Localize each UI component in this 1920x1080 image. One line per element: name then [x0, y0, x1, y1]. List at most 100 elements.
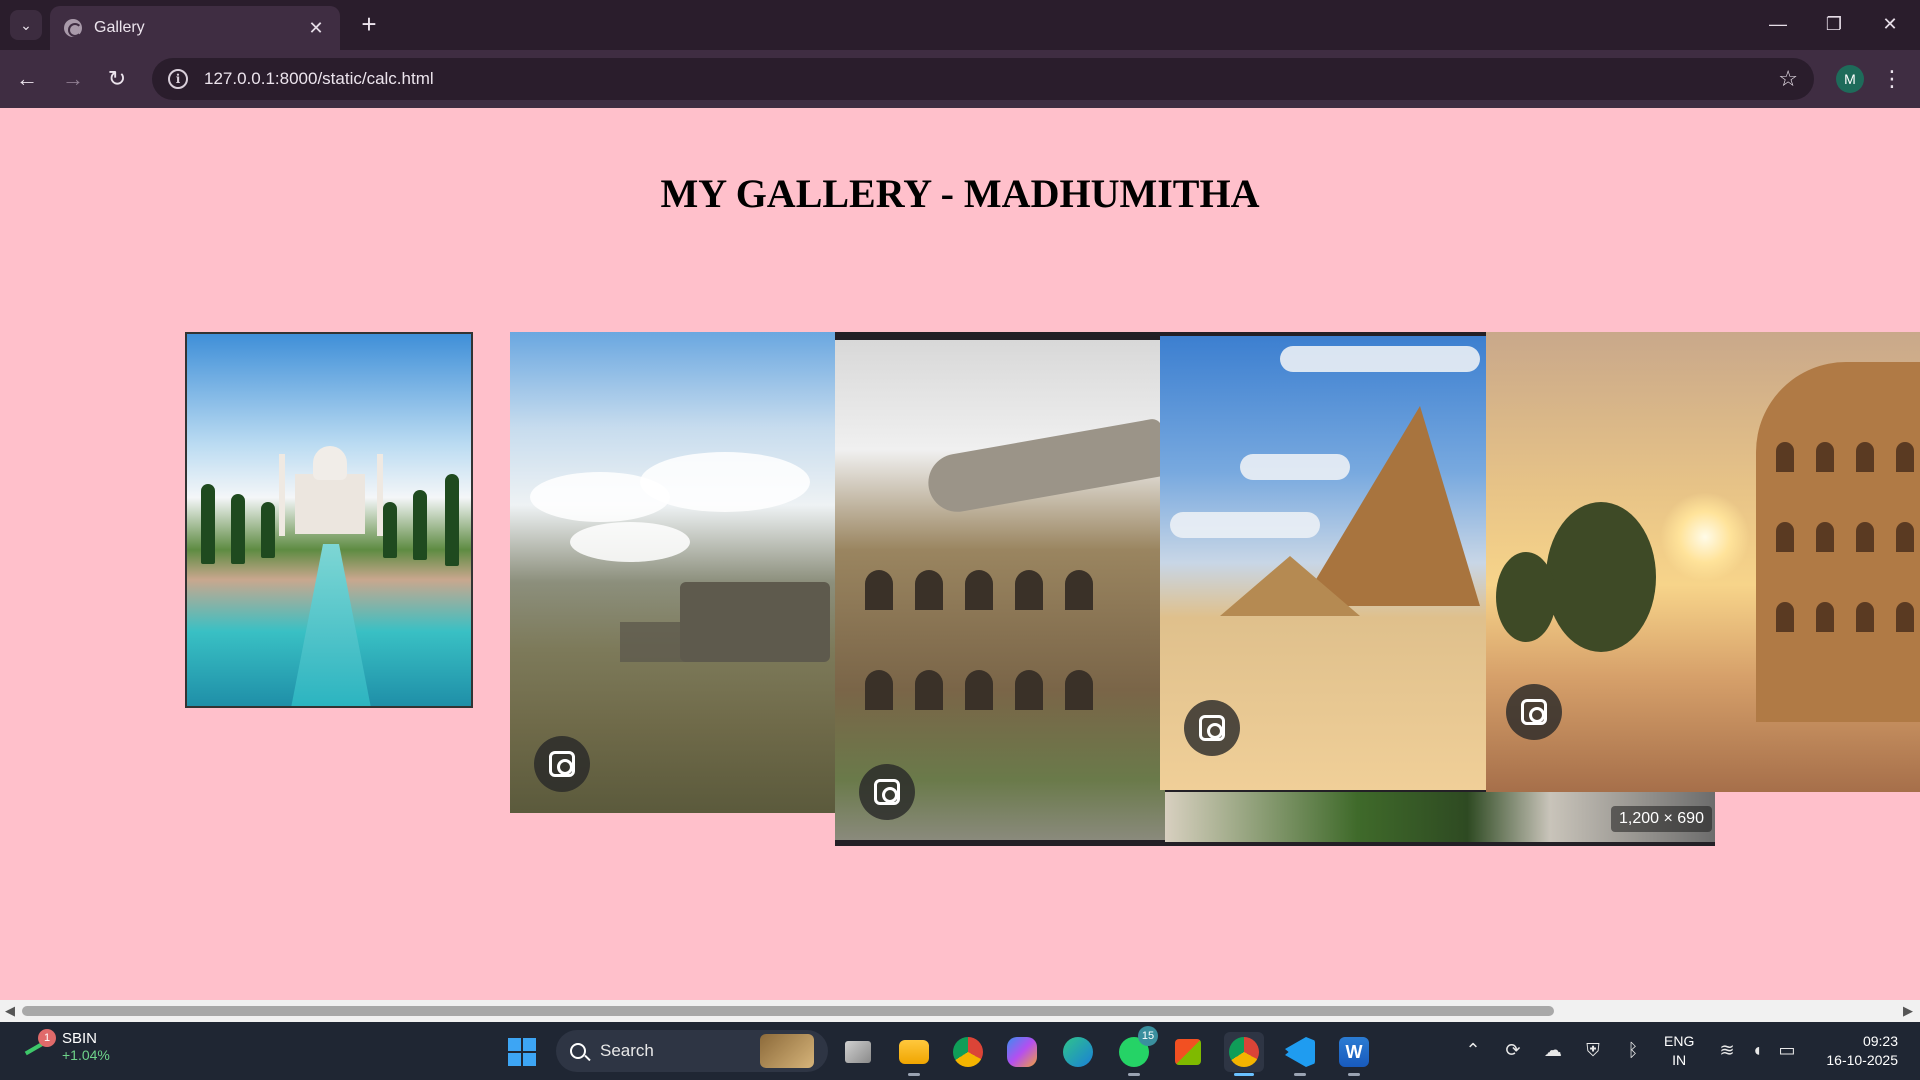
- visual-search-icon[interactable]: [534, 736, 590, 792]
- gallery-image-colosseum-sunset[interactable]: [1486, 332, 1920, 792]
- profile-avatar[interactable]: M: [1836, 65, 1864, 93]
- arch: [1856, 442, 1874, 472]
- file-explorer-icon[interactable]: [894, 1032, 934, 1076]
- bookmark-star-icon[interactable]: ☆: [1778, 66, 1798, 92]
- back-arrow-icon[interactable]: ←: [10, 62, 44, 96]
- forward-arrow-icon[interactable]: →: [56, 62, 90, 96]
- arch: [1856, 602, 1874, 632]
- stock-trend-icon: 1: [22, 1028, 56, 1059]
- tab-gallery[interactable]: Gallery ✕: [50, 6, 340, 50]
- arch: [1896, 522, 1914, 552]
- colosseum-wall: [1756, 362, 1920, 722]
- sun: [1660, 492, 1750, 582]
- tab-close-icon[interactable]: ✕: [306, 18, 326, 39]
- cloud: [640, 452, 810, 512]
- system-clock[interactable]: 09:23 16-10-2025: [1814, 1032, 1898, 1070]
- gallery-image-pyramids[interactable]: [1160, 336, 1486, 790]
- visual-search-icon[interactable]: [859, 764, 915, 820]
- edge-icon[interactable]: [1058, 1032, 1098, 1072]
- search-label: Search: [600, 1041, 654, 1060]
- bluetooth-icon[interactable]: ᛒ: [1620, 1040, 1646, 1061]
- taskbar-search[interactable]: Search: [556, 1030, 828, 1072]
- site-info-icon[interactable]: i: [168, 69, 188, 89]
- microsoft-store-icon[interactable]: [1168, 1032, 1208, 1072]
- copilot-icon[interactable]: [1002, 1032, 1042, 1072]
- chrome-icon[interactable]: [948, 1032, 988, 1072]
- sync-icon[interactable]: ⟳: [1500, 1040, 1526, 1061]
- language-indicator[interactable]: ENG IN: [1664, 1032, 1694, 1070]
- gallery-image-machu-picchu[interactable]: [510, 332, 835, 813]
- page-title: MY GALLERY - MADHUMITHA: [660, 171, 1260, 216]
- start-windows-icon[interactable]: [508, 1038, 536, 1066]
- colosseum-photo: [835, 340, 1171, 840]
- stock-change: +1.04%: [62, 1047, 110, 1063]
- visual-search-icon[interactable]: [1184, 700, 1240, 756]
- minimize-button[interactable]: —: [1750, 8, 1806, 40]
- volume-icon[interactable]: ◖: [1744, 1040, 1770, 1061]
- chrome-profile-icon[interactable]: [1224, 1032, 1264, 1076]
- browser-toolbar: ← → ↻ i 127.0.0.1:8000/static/calc.html …: [0, 50, 1920, 108]
- image-size-badge: 1,200 × 690: [1611, 806, 1712, 832]
- onedrive-icon[interactable]: ☁: [1540, 1040, 1566, 1061]
- cypress-tree: [413, 490, 427, 560]
- taj-building: [295, 474, 365, 534]
- cloud: [1170, 512, 1320, 538]
- new-tab-button[interactable]: +: [354, 10, 384, 40]
- cypress-tree: [201, 484, 215, 564]
- arch: [1776, 442, 1794, 472]
- stock-widget[interactable]: 1 SBIN +1.04%: [22, 1028, 110, 1063]
- cypress-tree: [231, 494, 245, 564]
- horizontal-scrollbar[interactable]: ◀ ▶: [0, 1000, 1920, 1022]
- arch: [1816, 522, 1834, 552]
- cypress-tree: [383, 502, 397, 558]
- task-view-icon[interactable]: [838, 1032, 878, 1072]
- chevron-up-icon[interactable]: ⌃: [1460, 1040, 1486, 1061]
- arch: [865, 570, 893, 610]
- taskbar: 1 SBIN +1.04% Search 15 W ⌃ ⟳ ☁ ⛨ ᛒ ENG …: [0, 1022, 1920, 1080]
- browser-tab-strip: ⌄ Gallery ✕ + — ❐ ✕: [0, 0, 1920, 50]
- taj-dome: [313, 446, 347, 480]
- battery-icon[interactable]: ▭: [1774, 1040, 1800, 1061]
- visual-search-icon[interactable]: [1506, 684, 1562, 740]
- arch: [915, 570, 943, 610]
- clock-time: 09:23: [1862, 1033, 1898, 1049]
- reload-icon[interactable]: ↻: [100, 62, 134, 96]
- chevron-down-icon: ⌄: [20, 16, 32, 33]
- page-content: MY GALLERY - MADHUMITHA 1,200 × 690: [0, 108, 1920, 1000]
- clock-date: 16-10-2025: [1826, 1052, 1898, 1068]
- cloud: [1280, 346, 1480, 372]
- address-bar[interactable]: i 127.0.0.1:8000/static/calc.html ☆: [152, 58, 1814, 100]
- cloud: [570, 522, 690, 562]
- notification-badge: 1: [38, 1028, 56, 1047]
- arch: [1896, 602, 1914, 632]
- arch: [1776, 522, 1794, 552]
- arch: [1065, 570, 1093, 610]
- arch: [1776, 602, 1794, 632]
- tab-title: Gallery: [94, 19, 145, 36]
- minaret: [279, 454, 285, 536]
- arch: [1856, 522, 1874, 552]
- close-window-button[interactable]: ✕: [1862, 8, 1918, 40]
- arch: [865, 670, 893, 710]
- tree: [1496, 552, 1556, 642]
- url-text[interactable]: 127.0.0.1:8000/static/calc.html: [204, 69, 1778, 89]
- gallery-image-taj-mahal[interactable]: [185, 332, 473, 708]
- whatsapp-icon[interactable]: 15: [1114, 1026, 1158, 1076]
- scrollbar-thumb[interactable]: [22, 1006, 1554, 1016]
- scroll-left-arrow-icon[interactable]: ◀: [5, 1003, 15, 1019]
- whatsapp-badge: 15: [1138, 1026, 1158, 1046]
- wifi-icon[interactable]: ≋: [1714, 1040, 1740, 1061]
- arch: [1065, 670, 1093, 710]
- more-menu-icon[interactable]: ⋮: [1880, 62, 1904, 96]
- restore-button[interactable]: ❐: [1806, 8, 1862, 40]
- reflecting-pool: [291, 544, 371, 706]
- stock-symbol: SBIN: [62, 1030, 98, 1047]
- vscode-icon[interactable]: [1280, 1032, 1320, 1076]
- tree: [1546, 502, 1656, 652]
- cypress-tree: [261, 502, 275, 558]
- security-shield-icon[interactable]: ⛨: [1580, 1040, 1606, 1061]
- tab-search-button[interactable]: ⌄: [10, 10, 42, 40]
- word-icon[interactable]: W: [1334, 1032, 1374, 1076]
- scroll-right-arrow-icon[interactable]: ▶: [1903, 1003, 1913, 1019]
- statue-arm: [923, 417, 1171, 517]
